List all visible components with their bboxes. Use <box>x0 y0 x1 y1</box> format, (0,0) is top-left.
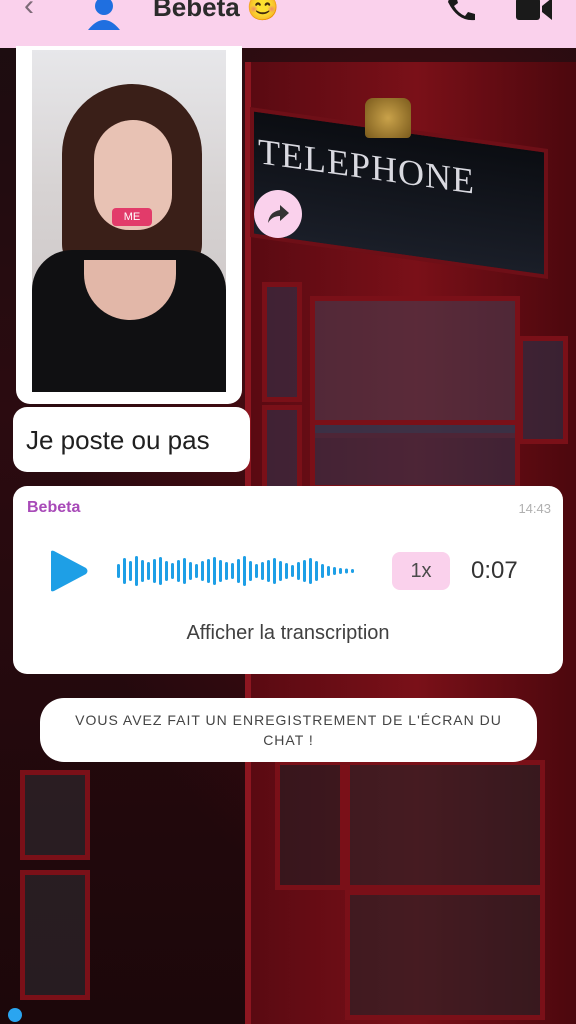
waveform-bar <box>273 558 276 584</box>
text-message[interactable]: Je poste ou pas <box>13 407 250 472</box>
waveform-bar <box>159 557 162 585</box>
booth-window <box>262 405 302 495</box>
waveform-bar <box>243 556 246 586</box>
play-icon[interactable] <box>47 550 89 592</box>
phone-icon[interactable] <box>444 0 478 22</box>
share-button[interactable] <box>254 190 302 238</box>
waveform-bar <box>231 563 234 579</box>
waveform-bar <box>345 568 348 574</box>
chat-header: ‹ Bebeta 😊 <box>0 0 576 48</box>
crown-ornament <box>365 98 411 138</box>
waveform-bar <box>237 559 240 583</box>
waveform-bar <box>219 560 222 582</box>
booth-window <box>275 760 345 890</box>
waveform-bar <box>255 564 258 578</box>
user-icon[interactable] <box>84 0 124 30</box>
booth-window <box>20 770 90 860</box>
booth-window <box>345 890 545 1020</box>
waveform-bar <box>171 563 174 579</box>
waveform-bar <box>285 563 288 579</box>
waveform-bar <box>129 561 132 581</box>
waveform-bar <box>207 559 210 583</box>
booth-sign-text: TELEPHONE <box>258 131 475 202</box>
video-icon[interactable] <box>514 0 554 22</box>
waveform-bar <box>261 562 264 580</box>
waveform-bar <box>135 556 138 586</box>
waveform-bar <box>249 561 252 581</box>
waveform-bar <box>303 560 306 582</box>
waveform-bar <box>201 561 204 581</box>
waveform-bar <box>321 564 324 578</box>
waveform-bar <box>339 568 342 574</box>
waveform-bar <box>189 562 192 580</box>
booth-window <box>310 420 520 490</box>
waveform-bar <box>267 560 270 582</box>
waveform-bar <box>177 560 180 582</box>
playback-speed-button[interactable]: 1x <box>392 552 450 590</box>
show-transcription-button[interactable]: Afficher la transcription <box>13 622 563 645</box>
waveform-bar <box>315 561 318 581</box>
status-dot <box>8 1008 22 1022</box>
voice-duration: 0:07 <box>471 557 518 584</box>
waveform-bar <box>213 557 216 585</box>
waveform-bar <box>195 564 198 578</box>
booth-window <box>262 282 302 402</box>
waveform-bar <box>153 559 156 583</box>
booth-window <box>20 870 90 1000</box>
chat-title[interactable]: Bebeta 😊 <box>153 0 279 23</box>
waveform-bar <box>183 558 186 584</box>
photo-message[interactable]: ME <box>16 46 242 404</box>
text-message-body: Je poste ou pas <box>26 425 210 455</box>
waveform-bar <box>351 569 354 573</box>
waveform-bar <box>297 562 300 580</box>
waveform-bar <box>225 562 228 580</box>
waveform[interactable] <box>115 554 355 588</box>
sender-name: Bebeta <box>27 499 81 516</box>
waveform-bar <box>117 564 120 578</box>
waveform-bar <box>327 566 330 576</box>
photo[interactable]: ME <box>32 50 226 392</box>
share-arrow-icon <box>268 205 289 223</box>
waveform-bar <box>291 565 294 577</box>
waveform-bar <box>165 561 168 581</box>
message-time: 14:43 <box>518 501 551 516</box>
booth-window <box>345 760 545 890</box>
waveform-bar <box>309 558 312 584</box>
voice-message[interactable]: Bebeta 14:43 1x 0:07 Afficher la transcr… <box>13 486 563 674</box>
waveform-bar <box>147 562 150 580</box>
chevron-left-icon[interactable]: ‹ <box>24 0 52 21</box>
booth-window <box>310 296 520 438</box>
photo-sticker: ME <box>112 208 152 226</box>
booth-window <box>518 336 568 444</box>
screen-recording-notice: VOUS AVEZ FAIT UN ENREGISTREMENT DE L'ÉC… <box>40 698 537 762</box>
waveform-bar <box>279 561 282 581</box>
waveform-bar <box>333 567 336 575</box>
waveform-bar <box>141 560 144 582</box>
waveform-bar <box>123 558 126 584</box>
